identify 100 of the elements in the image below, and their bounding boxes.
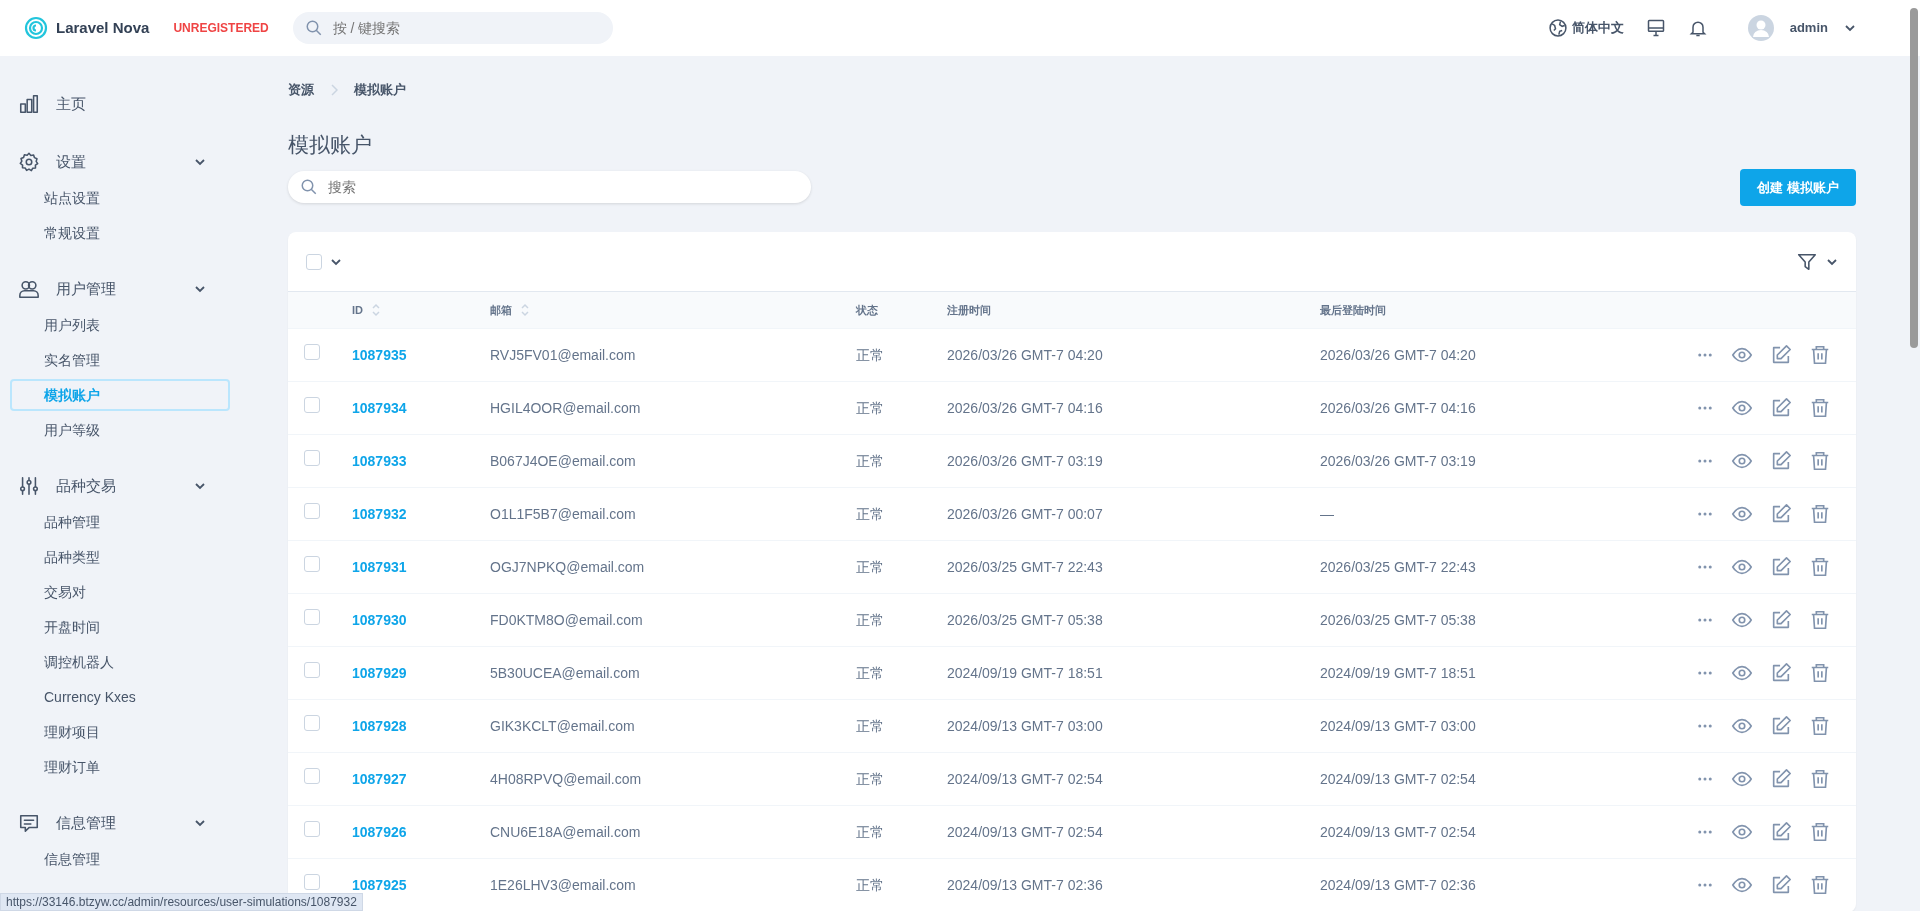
delete-icon[interactable] — [1809, 556, 1831, 579]
date-cell: 2024/09/13 GMT-7 02:54 — [947, 770, 1103, 787]
sidebar-group[interactable]: 品种交易 — [10, 468, 230, 504]
delete-icon[interactable] — [1809, 397, 1831, 420]
date-cell: 2024/09/13 GMT-7 02:36 — [1320, 876, 1476, 893]
delete-icon[interactable] — [1809, 609, 1831, 632]
chevron-down-icon — [194, 156, 206, 168]
date-cell: — — [1320, 505, 1334, 522]
language-button[interactable]: 简体中文 — [1547, 18, 1624, 38]
sidebar-item[interactable]: 常规设置 — [10, 217, 230, 249]
sidebar-item[interactable]: 理财项目 — [10, 716, 230, 748]
delete-icon[interactable] — [1809, 715, 1831, 738]
row-checkbox[interactable] — [304, 768, 320, 785]
chevron-down-icon — [1844, 22, 1856, 34]
monitor-icon[interactable] — [1645, 18, 1666, 38]
delete-icon[interactable] — [1809, 344, 1831, 367]
column-header[interactable]: 邮箱 — [490, 301, 512, 319]
delete-icon[interactable] — [1809, 821, 1831, 844]
email-cell: FD0KTM8O@email.com — [490, 611, 643, 628]
users-icon — [18, 278, 40, 300]
status-cell: 正常 — [856, 876, 884, 893]
date-cell: 2026/03/25 GMT-7 22:43 — [1320, 558, 1476, 575]
email-cell: HGIL4OOR@email.com — [490, 399, 641, 416]
status-cell: 正常 — [856, 505, 884, 522]
sidebar-item[interactable]: 信息管理 — [10, 843, 230, 875]
row-checkbox[interactable] — [304, 344, 320, 361]
url-tooltip: https://33146.btzyw.cc/admin/resources/user-simulations/1087932 — [0, 893, 363, 911]
row-checkbox[interactable] — [304, 821, 320, 838]
globe-icon — [1547, 18, 1568, 38]
search-field[interactable]: 搜索 — [288, 171, 811, 204]
chevron-down-icon — [194, 480, 206, 492]
sidebar-group[interactable]: 用户管理 — [10, 271, 230, 307]
date-cell: 2026/03/26 GMT-7 03:19 — [1320, 452, 1476, 469]
search-icon — [300, 178, 318, 197]
sidebar-item[interactable]: 品种类型 — [10, 541, 230, 573]
sidebar-item[interactable]: 品种管理 — [10, 506, 230, 538]
date-cell: 2026/03/25 GMT-7 22:43 — [947, 558, 1103, 575]
chat-icon — [18, 812, 40, 834]
license-label: UNREGISTERED — [173, 20, 269, 37]
email-cell: 1E26LHV3@email.com — [490, 876, 636, 893]
sidebar-item[interactable]: 理财订单 — [10, 751, 230, 783]
date-cell: 2024/09/19 GMT-7 18:51 — [947, 664, 1103, 681]
date-cell: 2024/09/13 GMT-7 03:00 — [1320, 717, 1476, 734]
date-cell: 2024/09/13 GMT-7 02:54 — [1320, 823, 1476, 840]
logo-icon — [24, 16, 48, 40]
row-checkbox[interactable] — [304, 556, 320, 573]
delete-icon[interactable] — [1809, 503, 1831, 526]
delete-icon[interactable] — [1809, 768, 1831, 791]
email-cell: B067J4OE@email.com — [490, 452, 636, 469]
sidebar-item[interactable]: 交易对 — [10, 576, 230, 608]
sidebar-item[interactable]: 用户列表 — [10, 309, 230, 341]
status-cell: 正常 — [856, 823, 884, 840]
sidebar-item[interactable]: 用户等级 — [10, 414, 230, 446]
date-cell: 2024/09/13 GMT-7 02:54 — [947, 823, 1103, 840]
date-cell: 2026/03/26 GMT-7 04:20 — [947, 346, 1103, 363]
sidebar-group[interactable]: 主页 — [10, 86, 230, 122]
column-header: 状态 — [856, 302, 878, 318]
search-icon — [304, 19, 323, 37]
row-checkbox[interactable] — [304, 715, 320, 732]
settings-icon — [18, 151, 40, 173]
row-checkbox[interactable] — [304, 662, 320, 679]
sidebar-item[interactable]: 站点设置 — [10, 182, 230, 214]
scrollbar-thumb[interactable] — [1910, 8, 1918, 348]
row-checkbox[interactable] — [304, 503, 320, 520]
row-checkbox[interactable] — [304, 874, 320, 891]
date-cell: 2026/03/26 GMT-7 04:20 — [1320, 346, 1476, 363]
date-cell: 2024/09/13 GMT-7 03:00 — [947, 717, 1103, 734]
date-cell: 2026/03/25 GMT-7 05:38 — [1320, 611, 1476, 628]
chevron-right-icon — [330, 83, 338, 96]
column-header: 最后登陆时间 — [1320, 302, 1386, 318]
chevron-down-icon — [194, 817, 206, 829]
delete-icon[interactable] — [1809, 450, 1831, 473]
email-cell: GIK3KCLT@email.com — [490, 717, 635, 734]
status-cell: 正常 — [856, 611, 884, 628]
sidebar-item[interactable]: 实名管理 — [10, 344, 230, 376]
row-checkbox[interactable] — [304, 609, 320, 626]
status-cell: 正常 — [856, 452, 884, 469]
status-cell: 正常 — [856, 770, 884, 787]
global-search-field[interactable]: 按 / 键搜索 — [292, 12, 613, 44]
select-all-checkbox[interactable] — [306, 253, 322, 270]
sidebar-group[interactable]: 信息管理 — [10, 805, 230, 841]
email-cell: OGJ7NPKQ@email.com — [490, 558, 645, 575]
column-header[interactable]: ID — [352, 301, 363, 319]
date-cell: 2024/09/19 GMT-7 18:51 — [1320, 664, 1476, 681]
sidebar-item[interactable]: Currency Kxes — [10, 681, 230, 713]
delete-icon[interactable] — [1809, 874, 1831, 897]
row-checkbox[interactable] — [304, 450, 320, 467]
sidebar-item[interactable]: 开盘时间 — [10, 611, 230, 643]
date-cell: 2026/03/26 GMT-7 03:19 — [947, 452, 1103, 469]
email-cell: 5B30UCEA@email.com — [490, 664, 640, 681]
date-cell: 2024/09/13 GMT-7 02:54 — [1320, 770, 1476, 787]
row-checkbox[interactable] — [304, 397, 320, 414]
email-cell: O1L1F5B7@email.com — [490, 505, 636, 522]
date-cell: 2026/03/26 GMT-7 04:16 — [1320, 399, 1476, 416]
brand-name: Laravel Nova — [56, 17, 150, 38]
delete-icon[interactable] — [1809, 662, 1831, 685]
user-menu-button[interactable]: admin — [1747, 15, 1856, 41]
breadcrumb-link[interactable]: 资源 — [288, 80, 314, 100]
sidebar-group[interactable]: 设置 — [10, 144, 230, 180]
sidebar-item[interactable]: 调控机器人 — [10, 646, 230, 678]
